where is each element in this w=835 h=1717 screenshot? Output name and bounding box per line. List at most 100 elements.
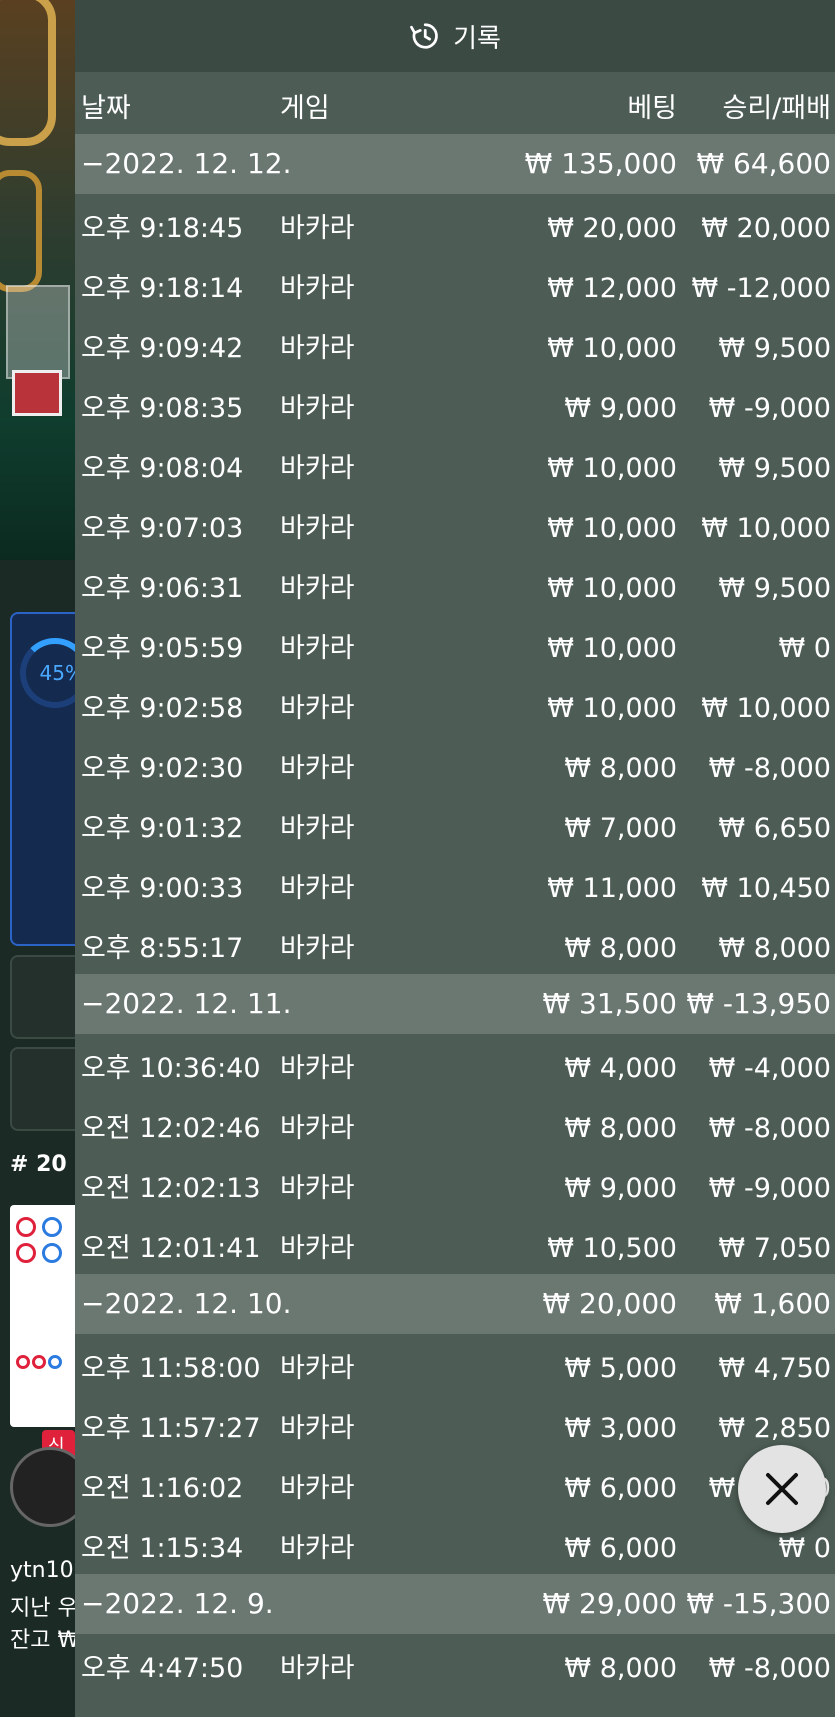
section-result-total: ₩ -15,300 [686, 1587, 831, 1620]
row-bet: ₩ 10,000 [547, 453, 677, 484]
history-icon [410, 23, 438, 49]
table-row: 오전 1:16:02바카라₩ 6,000₩ -6,000 [75, 1459, 835, 1519]
username: ytn10 [10, 1558, 74, 1583]
row-game: 바카라 [280, 1233, 355, 1264]
row-bet: ₩ 4,000 [564, 1053, 677, 1084]
row-result: ₩ -12,000 [691, 273, 832, 304]
bet-button[interactable] [10, 955, 75, 1039]
row-time: 오후 9:05:59 [81, 633, 244, 664]
table-row: 오후 9:01:32 바카라 ₩ 7,000 ₩ 6,650 [75, 799, 835, 859]
column-headers: 날짜 게임 베팅 승리/패배 [75, 72, 835, 134]
row-bet: ₩ 9,000 [564, 393, 677, 424]
row-time: 오전 1:16:02 [81, 1473, 244, 1504]
table-row: 오후 4:47:50 바카라 ₩ 8,000 ₩ -8,000 [75, 1639, 835, 1699]
row-bet: ₩ 10,000 [547, 333, 677, 364]
section-date: −2022. 12. 11. [81, 987, 292, 1020]
close-button[interactable] [738, 1445, 826, 1533]
column-date: 날짜 [81, 93, 131, 124]
row-game: 바카라 [280, 213, 355, 244]
row-result: ₩ 9,500 [718, 573, 831, 604]
row-time: 오후 8:55:17 [81, 933, 244, 964]
table-row: 오후 9:02:30 바카라 ₩ 8,000 ₩ -8,000 [75, 739, 835, 799]
table-row: 오후 9:08:04 바카라 ₩ 10,000 ₩ 9,500 [75, 439, 835, 499]
table-row: 오후 9:06:31 바카라 ₩ 10,000 ₩ 9,500 [75, 559, 835, 619]
row-bet: ₩ 5,000 [564, 1353, 677, 1384]
row-game: 바카라 [280, 933, 355, 964]
row-result: ₩ 0 [778, 633, 831, 664]
row-game: 바카라 [280, 1413, 355, 1444]
row-game: 바카라 [280, 1113, 355, 1144]
table-row: 오전 12:02:46 바카라 ₩ 8,000 ₩ -8,000 [75, 1099, 835, 1159]
row-bet: ₩ 8,000 [564, 933, 677, 964]
row-bet: ₩ 3,000 [564, 1413, 677, 1444]
section-date: −2022. 12. 10. [81, 1287, 292, 1320]
row-game: 바카라 [280, 513, 355, 544]
bet-button[interactable] [10, 1047, 75, 1131]
row-result: ₩ -9,000 [708, 1173, 831, 1204]
row-game: 바카라 [280, 1353, 355, 1384]
row-result: ₩ -8,000 [708, 753, 831, 784]
row-game: 바카라 [280, 1053, 355, 1084]
row-game: 바카라 [280, 693, 355, 724]
date-section-row: −2022. 12. 11. ₩ 31,500 ₩ -13,950 [75, 974, 835, 1034]
section-date: −2022. 12. 12. [81, 147, 292, 180]
row-time: 오후 9:18:14 [81, 273, 244, 304]
row-time: 오후 4:47:50 [81, 1653, 244, 1684]
row-game: 바카라 [280, 753, 355, 784]
row-bet: ₩ 11,000 [547, 873, 677, 904]
row-bet: ₩ 10,000 [547, 633, 677, 664]
row-bet: ₩ 7,000 [564, 813, 677, 844]
row-bet: ₩ 8,000 [564, 1113, 677, 1144]
row-bet: ₩ 6,000 [564, 1533, 677, 1564]
bead-road [10, 1205, 75, 1427]
table-row: 오후 10:36:40 바카라 ₩ 4,000 ₩ -4,000 [75, 1039, 835, 1099]
section-date: −2022. 12. 9. [81, 1587, 274, 1620]
close-icon [766, 1473, 798, 1505]
row-game: 바카라 [280, 393, 355, 424]
row-result: ₩ -9,000 [708, 393, 831, 424]
avatar [10, 1447, 75, 1527]
row-bet: ₩ 8,000 [564, 1653, 677, 1684]
row-result: ₩ 4,750 [718, 1353, 831, 1384]
history-title: 기록 [453, 23, 501, 54]
table-row: 오후 9:08:35 바카라 ₩ 9,000 ₩ -9,000 [75, 379, 835, 439]
row-time: 오후 9:09:42 [81, 333, 244, 364]
row-game: 바카라 [280, 873, 355, 904]
row-game: 바카라 [280, 633, 355, 664]
last-win-text: 지난 우승 ₩40,000 [10, 1596, 75, 1621]
section-bet-total: ₩ 135,000 [524, 147, 677, 180]
section-bet-total: ₩ 20,000 [542, 1287, 677, 1320]
row-bet: ₩ 10,000 [547, 513, 677, 544]
round-number: # 20 [10, 1152, 67, 1177]
table-row: 오후 9:07:03 바카라 ₩ 10,000 ₩ 10,000 [75, 499, 835, 559]
row-game: 바카라 [280, 333, 355, 364]
row-result: ₩ 20,000 [701, 213, 831, 244]
column-game: 게임 [280, 93, 330, 124]
section-result-total: ₩ 64,600 [696, 147, 831, 180]
section-bet-total: ₩ 31,500 [542, 987, 677, 1020]
date-section-row: −2022. 12. 9. ₩ 29,000 ₩ -15,300 [75, 1574, 835, 1634]
section-result-total: ₩ 1,600 [714, 1287, 831, 1320]
row-result: ₩ 8,000 [718, 933, 831, 964]
table-row: 오후 8:55:17 바카라 ₩ 8,000 ₩ 8,000 [75, 919, 835, 979]
table-row: 오후 9:18:14 바카라 ₩ 12,000 ₩ -12,000 [75, 259, 835, 319]
card-shoe [6, 285, 70, 379]
table-row: 오전 12:02:13 바카라 ₩ 9,000 ₩ -9,000 [75, 1159, 835, 1219]
table-row: 오후 9:00:33 바카라 ₩ 11,000 ₩ 10,450 [75, 859, 835, 919]
row-result: ₩ -8,000 [708, 1113, 831, 1144]
row-game: 바카라 [280, 1173, 355, 1204]
column-result: 승리/패배 [722, 93, 831, 124]
table-row: 오후 9:05:59 바카라 ₩ 10,000 ₩ 0 [75, 619, 835, 679]
row-bet: ₩ 12,000 [547, 273, 677, 304]
row-result: ₩ 10,450 [701, 873, 831, 904]
row-time: 오후 9:01:32 [81, 813, 244, 844]
row-time: 오후 10:36:40 [81, 1053, 261, 1084]
gold-ornament [0, 170, 42, 292]
row-time: 오후 11:58:00 [81, 1353, 261, 1384]
table-row: 오후 9:02:58 바카라 ₩ 10,000 ₩ 10,000 [75, 679, 835, 739]
row-result: ₩ -4,000 [708, 1053, 831, 1084]
row-result: ₩ 9,500 [718, 453, 831, 484]
gold-ornament [0, 0, 56, 146]
row-bet: ₩ 10,000 [547, 573, 677, 604]
history-header: 기록 [75, 0, 835, 72]
